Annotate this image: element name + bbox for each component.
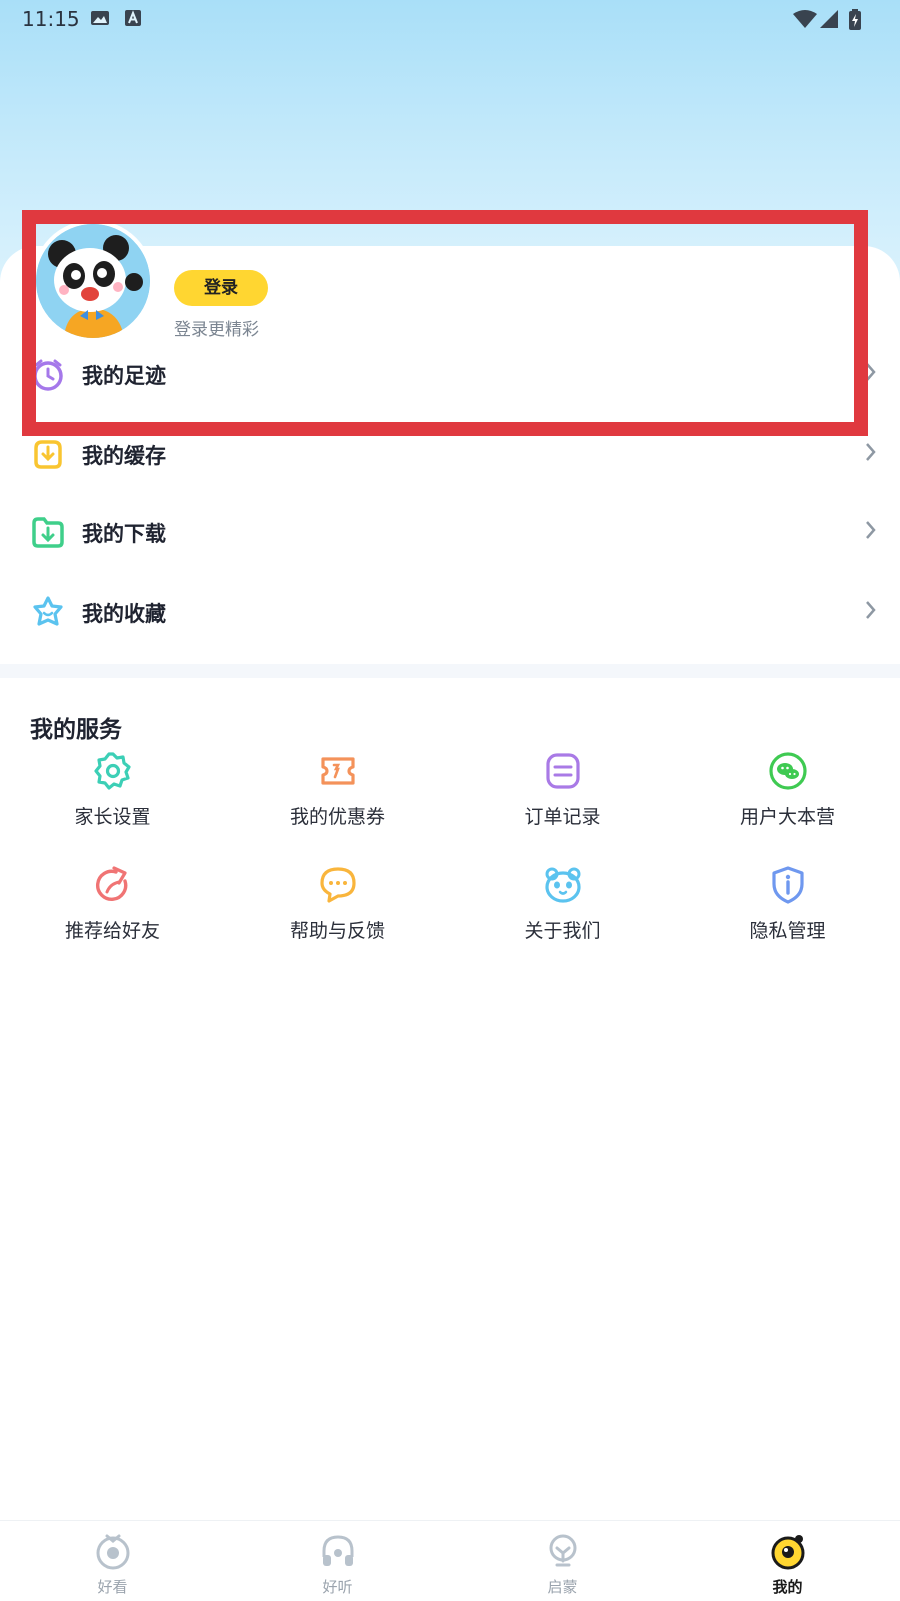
headphones-icon <box>322 1535 354 1566</box>
bottom-nav: 好看 好听 启蒙 我的 <box>0 1520 900 1601</box>
nav-label: 我的 <box>772 1578 803 1596</box>
chevron-right-icon <box>866 521 876 539</box>
status-time: 11:15 <box>22 7 80 31</box>
gear-icon <box>94 752 131 790</box>
cache-download-icon <box>34 440 62 469</box>
login-button[interactable]: 登录 <box>174 270 268 306</box>
nav-label: 好听 <box>322 1578 353 1596</box>
clock-icon <box>33 359 63 391</box>
panda-face-icon <box>545 867 581 903</box>
service-my-coupons[interactable]: 我的优惠券 <box>225 750 450 850</box>
service-order-records[interactable]: 订单记录 <box>450 750 675 850</box>
nav-label: 好看 <box>97 1578 128 1596</box>
menu-item-downloads[interactable]: 我的下载 <box>0 492 900 572</box>
nav-tab-watch[interactable]: 好看 <box>0 1521 225 1601</box>
nav-tab-listen[interactable]: 好听 <box>225 1521 450 1601</box>
service-label: 推荐给好友 <box>64 920 160 942</box>
wifi-icon <box>793 10 817 28</box>
info-shield-icon <box>772 866 804 904</box>
chevron-right-icon <box>866 601 876 619</box>
menu-label: 我的足迹 <box>82 364 166 388</box>
share-arrow-icon <box>96 866 128 901</box>
chat-bubble-icon <box>320 867 356 903</box>
service-label: 家长设置 <box>74 806 151 828</box>
status-bar: 11:15 <box>0 0 900 36</box>
app-notification-icon <box>125 10 141 26</box>
service-parent-settings[interactable]: 家长设置 <box>0 750 225 850</box>
service-recommend-friends[interactable]: 推荐给好友 <box>0 864 225 964</box>
menu-label: 我的缓存 <box>82 444 166 468</box>
menu-label: 我的收藏 <box>82 602 166 626</box>
chevron-right-icon <box>866 443 876 461</box>
service-label: 订单记录 <box>524 806 601 828</box>
nav-label: 启蒙 <box>547 1578 578 1596</box>
order-list-icon <box>546 753 580 789</box>
service-label: 用户大本营 <box>739 806 835 828</box>
star-face-icon <box>33 596 63 626</box>
menu-label: 我的下载 <box>82 522 166 546</box>
wechat-icon <box>769 752 807 790</box>
image-notification-icon <box>91 11 109 25</box>
service-about-us[interactable]: 关于我们 <box>450 864 675 964</box>
avatar[interactable] <box>36 224 150 338</box>
panda-avatar-icon <box>36 224 150 338</box>
service-label: 我的优惠券 <box>289 806 385 828</box>
menu-item-favorites[interactable]: 我的收藏 <box>0 572 900 652</box>
menu-item-cache[interactable]: 我的缓存 <box>0 414 900 494</box>
cellular-signal-icon <box>820 10 838 28</box>
battery-icon <box>849 9 861 30</box>
service-user-camp[interactable]: 用户大本营 <box>675 750 900 850</box>
service-help-feedback[interactable]: 帮助与反馈 <box>225 864 450 964</box>
nav-tab-enlighten[interactable]: 启蒙 <box>450 1521 675 1601</box>
section-divider <box>0 664 900 678</box>
service-label: 帮助与反馈 <box>289 920 385 942</box>
chevron-right-icon <box>866 363 876 381</box>
nav-tab-me[interactable]: 我的 <box>675 1521 900 1601</box>
service-privacy-management[interactable]: 隐私管理 <box>675 864 900 964</box>
bulb-icon <box>549 1534 577 1567</box>
services-title: 我的服务 <box>30 717 122 743</box>
service-label: 关于我们 <box>524 920 601 942</box>
tv-icon <box>96 1534 130 1570</box>
folder-download-icon <box>32 517 64 548</box>
service-label: 隐私管理 <box>749 920 826 942</box>
me-face-icon <box>771 1535 805 1570</box>
coupon-icon <box>321 757 355 785</box>
menu-item-footprints[interactable]: 我的足迹 <box>0 334 900 414</box>
